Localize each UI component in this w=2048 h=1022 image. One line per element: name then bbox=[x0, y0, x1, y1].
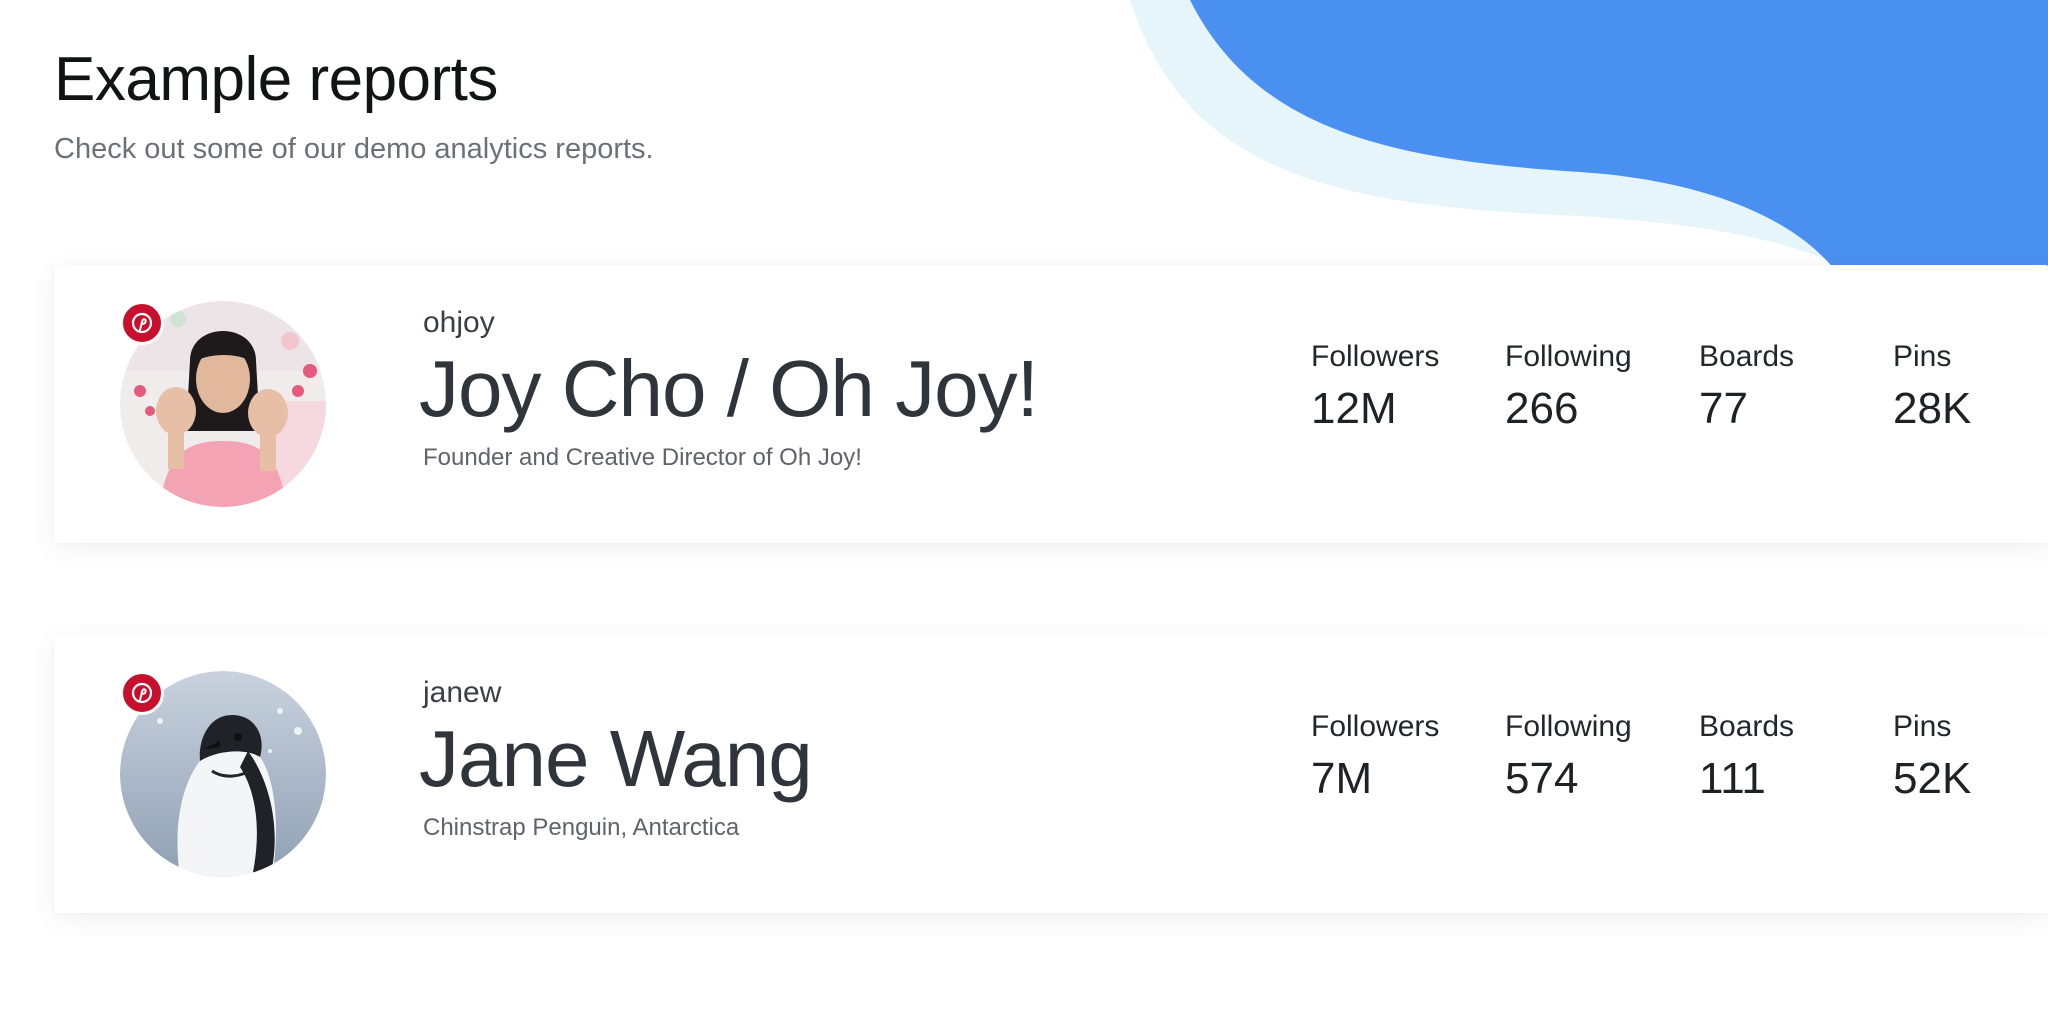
stat-following: Following 574 bbox=[1505, 709, 1699, 807]
profile-info: janew Jane Wang Chinstrap Penguin, Antar… bbox=[419, 675, 813, 843]
report-list: ohjoy Joy Cho / Oh Joy! Founder and Crea… bbox=[54, 265, 2048, 1005]
stat-value: 111 bbox=[1699, 754, 1766, 803]
avatar-wrap bbox=[120, 671, 326, 877]
stat-value: 574 bbox=[1505, 754, 1579, 803]
report-card-janew[interactable]: janew Jane Wang Chinstrap Penguin, Antar… bbox=[54, 635, 2048, 913]
stat-label: Boards bbox=[1699, 710, 1795, 743]
page-subtitle: Check out some of our demo analytics rep… bbox=[54, 133, 654, 165]
page-header: Example reports Check out some of our de… bbox=[54, 40, 654, 166]
display-name: Jane Wang bbox=[419, 714, 813, 803]
stat-label: Followers bbox=[1311, 340, 1440, 373]
stat-followers: Followers 7M bbox=[1311, 709, 1505, 807]
username: janew bbox=[423, 676, 502, 709]
stat-label: Pins bbox=[1893, 340, 1952, 373]
stat-value: 12M bbox=[1311, 384, 1397, 433]
stat-boards: Boards 77 bbox=[1699, 339, 1893, 437]
bio: Chinstrap Penguin, Antarctica bbox=[423, 814, 740, 841]
report-card-ohjoy[interactable]: ohjoy Joy Cho / Oh Joy! Founder and Crea… bbox=[54, 265, 2048, 543]
page-title: Example reports bbox=[54, 45, 498, 114]
stat-followers: Followers 12M bbox=[1311, 339, 1505, 437]
stat-value: 28K bbox=[1893, 384, 1972, 433]
pinterest-icon bbox=[120, 671, 164, 715]
stats: Followers 12M Following 266 Boards 77 Pi… bbox=[1311, 339, 2048, 437]
stat-label: Following bbox=[1505, 340, 1632, 373]
pinterest-icon bbox=[120, 301, 164, 345]
stat-boards: Boards 111 bbox=[1699, 709, 1893, 807]
display-name: Joy Cho / Oh Joy! bbox=[419, 344, 1039, 433]
stat-following: Following 266 bbox=[1505, 339, 1699, 437]
stat-label: Pins bbox=[1893, 710, 1952, 743]
stat-label: Boards bbox=[1699, 340, 1795, 373]
stat-label: Followers bbox=[1311, 710, 1440, 743]
stats: Followers 7M Following 574 Boards 111 Pi… bbox=[1311, 709, 2048, 807]
profile-info: ohjoy Joy Cho / Oh Joy! Founder and Crea… bbox=[419, 305, 1039, 473]
bio: Founder and Creative Director of Oh Joy! bbox=[423, 444, 862, 471]
stat-label: Following bbox=[1505, 710, 1632, 743]
stat-pins: Pins 52K bbox=[1893, 709, 2048, 807]
stat-value: 52K bbox=[1893, 754, 1972, 803]
stat-value: 77 bbox=[1699, 384, 1748, 433]
avatar-wrap bbox=[120, 301, 326, 507]
stat-value: 266 bbox=[1505, 384, 1579, 433]
stat-pins: Pins 28K bbox=[1893, 339, 2048, 437]
stat-value: 7M bbox=[1311, 754, 1373, 803]
username: ohjoy bbox=[423, 306, 495, 339]
